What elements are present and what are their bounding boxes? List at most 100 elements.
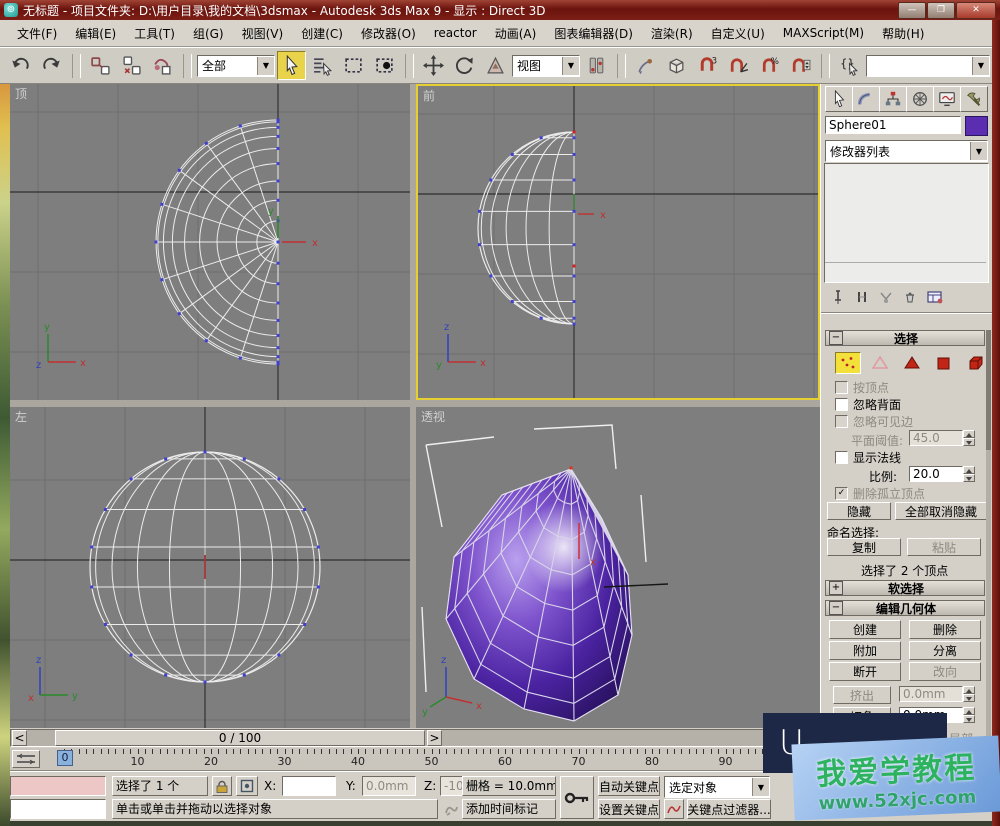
minimize-button[interactable]: —: [898, 2, 926, 19]
collapse-icon[interactable]: −: [829, 601, 843, 615]
extrude-spinner[interactable]: 0.0mm: [899, 686, 975, 702]
vertex-icon[interactable]: [835, 352, 861, 374]
key-filters-button[interactable]: 关键点过滤器...: [687, 799, 771, 819]
named-sets-icon[interactable]: {}: [835, 51, 864, 80]
window-crossing-icon[interactable]: [370, 51, 399, 80]
undo-icon[interactable]: [6, 51, 35, 80]
menu-maxscript[interactable]: MAXScript(M): [774, 22, 873, 44]
viewport-perspective[interactable]: x透视zxy: [416, 407, 820, 728]
y-coordinate-field[interactable]: 0.0mm: [362, 776, 416, 796]
maxscript-mini-listener-pink[interactable]: [10, 776, 106, 796]
region-rect-icon[interactable]: [339, 51, 368, 80]
manipulate-icon[interactable]: [631, 51, 660, 80]
select-link-icon[interactable]: [86, 51, 115, 80]
menu-create[interactable]: 创建(C): [292, 21, 352, 46]
polygon-icon[interactable]: [931, 352, 957, 374]
edge-icon[interactable]: [867, 352, 893, 374]
normals-scale-spinner[interactable]: 20.0: [909, 466, 975, 482]
menu-graph-editors[interactable]: 图表编辑器(D): [545, 21, 642, 46]
configure-sets-icon[interactable]: [926, 289, 944, 305]
redo-icon[interactable]: [37, 51, 66, 80]
absolute-mode-toggle[interactable]: [236, 776, 258, 796]
set-key-button[interactable]: 设置关键点: [598, 799, 660, 819]
by-vertex-checkbox[interactable]: 按顶点: [835, 380, 889, 394]
expand-icon[interactable]: +: [829, 581, 843, 595]
track-bar-ruler[interactable]: 1020304050607080900: [44, 748, 768, 770]
track-bar[interactable]: 1020304050607080900: [10, 748, 768, 771]
open-mini-curve-editor-button[interactable]: [12, 750, 40, 768]
next-frame-button[interactable]: >: [427, 730, 442, 746]
chevron-down-icon[interactable]: ▼: [972, 57, 989, 75]
x-coordinate-field[interactable]: [282, 776, 336, 796]
select-arrow-icon[interactable]: [277, 51, 306, 80]
show-end-result-icon[interactable]: [854, 289, 870, 305]
modify-tab-icon[interactable]: [852, 86, 880, 112]
ignore-backfacing-checkbox[interactable]: 忽略背面: [835, 397, 901, 411]
time-slider[interactable]: < 0 / 100 >: [10, 729, 768, 747]
selection-filter-dropdown[interactable]: 全部▼: [197, 55, 275, 77]
collapse-icon[interactable]: −: [829, 331, 843, 345]
motion-tab-icon[interactable]: [906, 86, 934, 112]
chevron-down-icon[interactable]: ▼: [257, 57, 274, 75]
menu-modifiers[interactable]: 修改器(O): [352, 21, 425, 46]
extrude-button[interactable]: 挤出: [833, 686, 891, 704]
create-tab-icon[interactable]: [825, 86, 853, 112]
angle-snap-icon[interactable]: [724, 51, 753, 80]
ignore-visible-edges-checkbox[interactable]: 忽略可见边: [835, 414, 913, 428]
menu-tools[interactable]: 工具(T): [125, 21, 184, 46]
prev-frame-button[interactable]: <: [12, 730, 27, 746]
spinner-snap-icon[interactable]: [786, 51, 815, 80]
menu-help[interactable]: 帮助(H): [873, 21, 933, 46]
paste-button[interactable]: 粘贴: [907, 538, 981, 556]
close-button[interactable]: ✕: [956, 2, 996, 19]
chevron-down-icon[interactable]: ▼: [970, 142, 987, 160]
set-key-mode-button[interactable]: [560, 776, 594, 819]
named-selection-dropdown[interactable]: ▼: [866, 55, 990, 77]
rotate-icon[interactable]: [450, 51, 479, 80]
add-time-tag[interactable]: 添加时间标记: [462, 799, 556, 819]
selection-lock-button[interactable]: [212, 776, 232, 796]
unhide-all-button[interactable]: 全部取消隐藏: [895, 502, 987, 520]
face-icon[interactable]: [899, 352, 925, 374]
menu-reactor[interactable]: reactor: [425, 22, 486, 44]
object-color-swatch[interactable]: [965, 116, 988, 136]
display-tab-icon[interactable]: [933, 86, 961, 112]
selection-rollout-header[interactable]: −选择: [825, 330, 985, 346]
title-bar[interactable]: ⊚ 无标题 - 项目文件夹: D:\用户目录\我的文档\3dsmax - Aut…: [0, 0, 1000, 20]
scale-icon[interactable]: [481, 51, 510, 80]
reference-coordsys-dropdown[interactable]: 视图▼: [512, 55, 580, 77]
viewport-front-active[interactable]: x前zxy: [416, 84, 820, 400]
menu-views[interactable]: 视图(V): [233, 21, 293, 46]
chevron-down-icon[interactable]: ▼: [752, 778, 769, 796]
menu-animation[interactable]: 动画(A): [486, 21, 546, 46]
auto-key-button[interactable]: 自动关键点: [598, 776, 660, 796]
object-name-field[interactable]: Sphere01: [825, 116, 961, 134]
viewport-top[interactable]: xy顶yxz: [10, 84, 410, 400]
turn-button[interactable]: 改向: [909, 662, 981, 681]
key-filter-curve-button[interactable]: [664, 799, 684, 819]
copy-button[interactable]: 复制: [827, 538, 901, 556]
utilities-tab-icon[interactable]: [960, 86, 988, 112]
menu-rendering[interactable]: 渲染(R): [642, 21, 702, 46]
pin-stack-icon[interactable]: [830, 289, 846, 305]
remove-modifier-icon[interactable]: [902, 289, 918, 305]
planar-threshold-spinner[interactable]: 45.0: [909, 430, 975, 446]
bind-spacewarp-icon[interactable]: [148, 51, 177, 80]
time-slider-thumb[interactable]: 0 / 100: [55, 730, 425, 746]
menu-group[interactable]: 组(G): [184, 21, 233, 46]
current-frame-marker[interactable]: 0: [57, 750, 73, 766]
menu-edit[interactable]: 编辑(E): [66, 21, 125, 46]
attach-button[interactable]: 附加: [829, 641, 901, 660]
percent-snap-icon[interactable]: %: [755, 51, 784, 80]
key-filter-selected-dropdown[interactable]: 选定对象▼: [664, 776, 770, 798]
snap-box-icon[interactable]: [662, 51, 691, 80]
panel-scrollbar-thumb[interactable]: [986, 330, 991, 450]
show-normals-checkbox[interactable]: 显示法线: [835, 450, 901, 464]
select-by-name-icon[interactable]: [308, 51, 337, 80]
viewport-left[interactable]: 左zyx: [10, 407, 410, 728]
create-button[interactable]: 创建: [829, 620, 901, 639]
maximize-button[interactable]: ❐: [927, 2, 955, 19]
chevron-down-icon[interactable]: ▼: [562, 57, 579, 75]
hierarchy-tab-icon[interactable]: [879, 86, 907, 112]
delete-isolated-checkbox[interactable]: ✓删除孤立顶点: [835, 486, 925, 500]
